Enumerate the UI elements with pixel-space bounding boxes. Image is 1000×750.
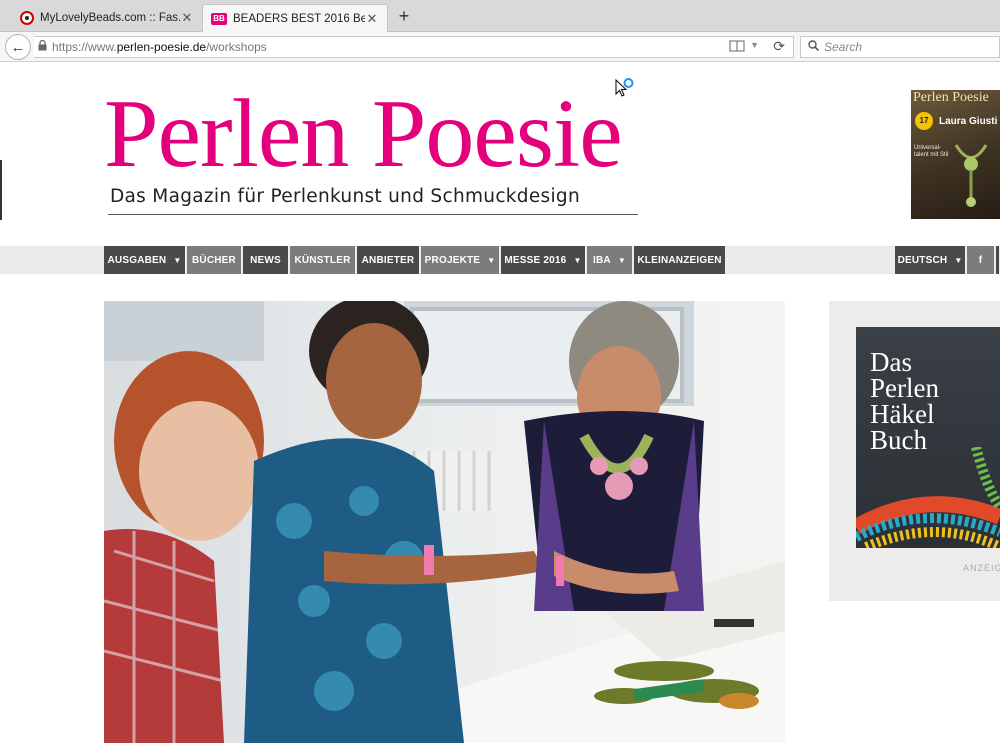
reader-view-icon[interactable] <box>729 40 745 55</box>
magazine-cover[interactable]: Perlen Poesie 17 Laura Giusti Universal-… <box>911 90 1000 219</box>
chevron-down-icon[interactable]: ▼ <box>750 40 759 50</box>
tab-title: MyLovelyBeads.com :: Fas... <box>40 12 180 24</box>
url-domain: perlen-poesie.de <box>116 40 207 54</box>
caret-down-icon: ▼ <box>617 255 626 265</box>
browser-tab-active[interactable]: BB BEADERS BEST 2016 Bead ... ✕ <box>202 4 388 32</box>
browser-tab[interactable]: MyLovelyBeads.com :: Fas... ✕ <box>12 4 202 32</box>
back-button[interactable]: ← <box>5 34 31 60</box>
cursor-busy-icon <box>614 78 638 102</box>
caret-down-icon: ▼ <box>173 255 182 265</box>
facebook-button[interactable]: f <box>967 246 995 274</box>
magazine-teaser: Universal-talent mit Stil <box>914 145 949 158</box>
logo-underline <box>108 214 638 215</box>
search-placeholder: Search <box>824 40 863 54</box>
arrow-left-icon: ← <box>10 38 26 56</box>
hero-photo[interactable] <box>104 301 785 743</box>
new-tab-button[interactable]: + <box>394 4 414 28</box>
url-bar[interactable]: https://www. perlen-poesie.de/workshops ▼… <box>34 36 794 58</box>
caret-down-icon: ▼ <box>954 255 963 265</box>
menu-item-messe-2016[interactable]: MESSE 2016 ▼ <box>501 246 586 274</box>
menu-label: NEWS <box>250 254 281 266</box>
browser-tab-bar: MyLovelyBeads.com :: Fas... ✕ BB BEADERS… <box>0 0 1000 32</box>
jewelry-image <box>954 144 988 207</box>
menu-item-anbieter[interactable]: ANBIETER <box>357 246 420 274</box>
facebook-icon: f <box>978 254 983 266</box>
caret-down-icon: ▼ <box>487 255 496 265</box>
social-button[interactable] <box>996 246 1000 274</box>
book-ad[interactable]: Das Perlen Häkel Buch <box>856 327 1000 548</box>
menu-label: MESSE 2016 <box>504 254 567 266</box>
window-edge <box>0 160 2 220</box>
bb-icon: BB <box>211 12 227 25</box>
tab-title: BEADERS BEST 2016 Bead ... <box>233 12 365 25</box>
lock-icon <box>38 39 52 54</box>
menu-item-kuenstler[interactable]: KÜNSTLER <box>290 246 356 274</box>
site-logo[interactable]: Perlen Poesie Das Magazin für Perlenkuns… <box>104 84 644 219</box>
url-path: /workshops <box>206 40 267 54</box>
workshop-photo <box>104 301 785 743</box>
search-bar[interactable]: Search <box>800 36 1000 58</box>
beaded-rope-image <box>856 447 1000 548</box>
language-label: DEUTSCH <box>897 254 948 266</box>
close-tab-icon[interactable]: ✕ <box>180 10 194 26</box>
close-tab-icon[interactable]: ✕ <box>365 11 379 27</box>
logo-subtitle: Das Magazin für Perlenkunst und Schmuckd… <box>110 186 580 207</box>
menu-label: AUSGABEN <box>107 254 167 266</box>
menu-item-ausgaben[interactable]: AUSGABEN ▼ <box>104 246 186 274</box>
menu-label: ANBIETER <box>361 254 415 266</box>
magazine-feature: Laura Giusti <box>939 116 998 127</box>
menu-label: BÜCHER <box>192 254 236 266</box>
search-icon <box>808 40 820 54</box>
menu-label: KLEINANZEIGEN <box>637 254 722 266</box>
main-menu: AUSGABEN ▼ BÜCHER NEWS KÜNSTLER ANBIETER … <box>0 246 1000 274</box>
mylovelybeads-icon <box>20 11 34 25</box>
menu-item-iba[interactable]: IBA ▼ <box>587 246 633 274</box>
book-ad-title: Das Perlen Häkel Buch <box>870 347 939 455</box>
reload-icon[interactable]: ⟳ <box>773 38 785 55</box>
browser-nav-bar: ← https://www. perlen-poesie.de/workshops… <box>0 32 1000 62</box>
menu-item-projekte[interactable]: PROJEKTE ▼ <box>421 246 500 274</box>
language-selector[interactable]: DEUTSCH ▼ <box>895 246 966 274</box>
magazine-title: Perlen Poesie <box>913 90 989 105</box>
menu-label: KÜNSTLER <box>294 254 351 266</box>
issue-badge: 17 <box>915 112 933 130</box>
ad-label: ANZEIGE <box>963 563 1000 573</box>
menu-label: IBA <box>593 254 611 266</box>
logo-title: Perlen Poesie <box>104 80 623 188</box>
menu-item-news[interactable]: NEWS <box>243 246 289 274</box>
menu-item-buecher[interactable]: BÜCHER <box>187 246 242 274</box>
url-protocol: https://www. <box>52 40 117 54</box>
menu-label: PROJEKTE <box>424 254 481 266</box>
caret-down-icon: ▼ <box>573 255 582 265</box>
menu-item-kleinanzeigen[interactable]: KLEINANZEIGEN <box>634 246 726 274</box>
